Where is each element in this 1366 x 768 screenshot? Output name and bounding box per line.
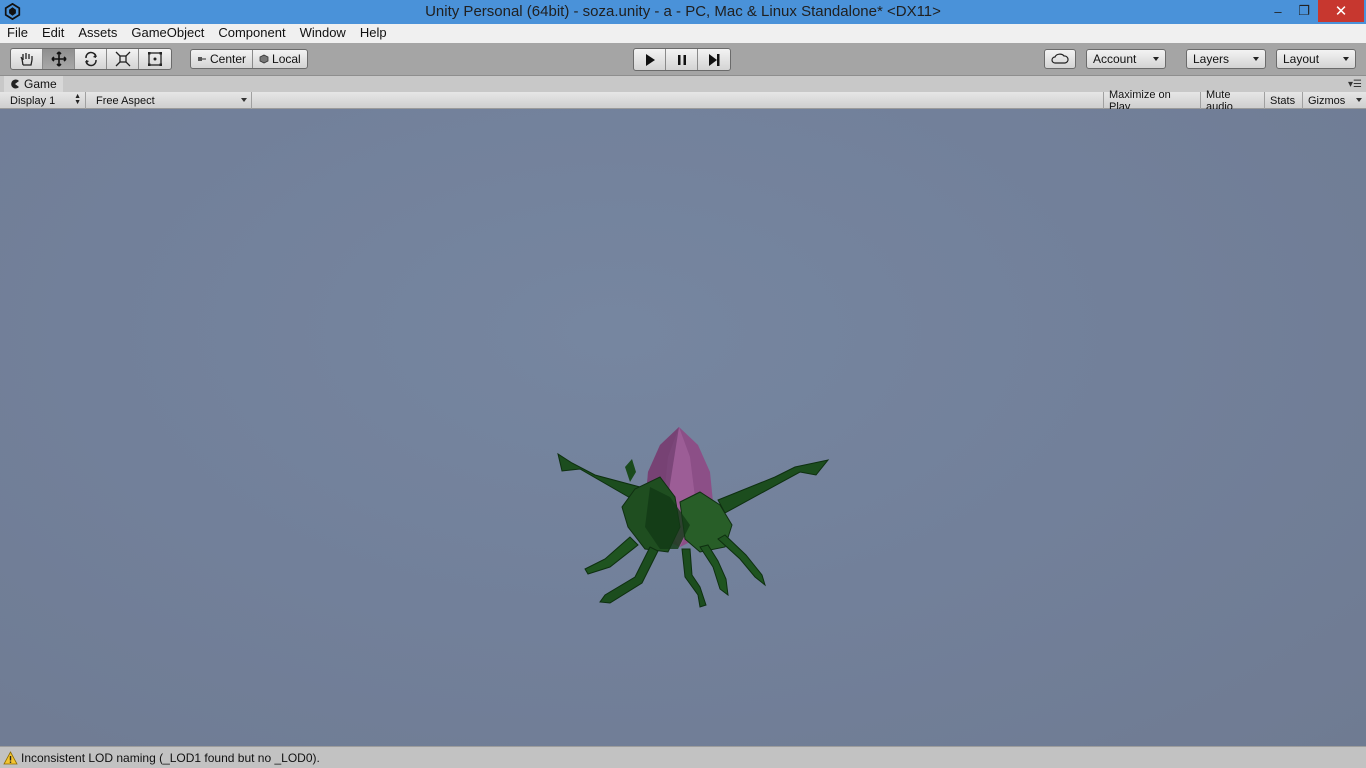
rotate-icon: [84, 51, 97, 67]
status-message: Inconsistent LOD naming (_LOD1 found but…: [21, 750, 320, 765]
close-button[interactable]: ✕: [1318, 0, 1364, 22]
window-titlebar: Unity Personal (64bit) - soza.unity - a …: [0, 0, 1366, 24]
pivot-rotation-label: Local: [272, 52, 301, 66]
menu-help[interactable]: Help: [353, 24, 394, 43]
rotate-tool-button[interactable]: [75, 49, 107, 69]
account-dropdown[interactable]: Account: [1086, 49, 1166, 69]
chevron-down-icon: [1153, 57, 1159, 61]
warning-icon: [3, 750, 18, 764]
status-bar[interactable]: Inconsistent LOD naming (_LOD1 found but…: [0, 746, 1366, 768]
play-button[interactable]: [634, 49, 666, 70]
scale-tool-button[interactable]: [107, 49, 139, 69]
stats-toggle[interactable]: Stats: [1265, 92, 1303, 109]
cloud-icon: [1051, 53, 1069, 64]
tab-game[interactable]: Game: [4, 76, 63, 92]
move-tool-button[interactable]: [43, 49, 75, 69]
menu-file[interactable]: File: [0, 24, 35, 43]
maximize-on-play-toggle[interactable]: Maximize on Play: [1103, 89, 1201, 113]
menu-bar: File Edit Assets GameObject Component Wi…: [0, 24, 1366, 43]
menu-edit[interactable]: Edit: [35, 24, 71, 43]
transform-tools: [10, 48, 172, 70]
flower-bud-creature: [557, 427, 830, 608]
main-toolbar: Center Local Account Layers Layout: [0, 43, 1366, 76]
pause-button[interactable]: [666, 49, 698, 70]
layout-dropdown[interactable]: Layout: [1276, 49, 1356, 69]
menu-assets[interactable]: Assets: [71, 24, 124, 43]
menu-component[interactable]: Component: [211, 24, 292, 43]
pause-icon: [677, 54, 686, 65]
playback-controls: [633, 48, 731, 71]
maximize-button[interactable]: ❐: [1292, 0, 1316, 22]
game-control-bar: Display 1 ▲ ▼ Free Aspect Maximize on Pla…: [0, 89, 1366, 113]
window-title: Unity Personal (64bit) - soza.unity - a …: [425, 3, 941, 20]
menu-window[interactable]: Window: [293, 24, 353, 43]
mute-audio-toggle[interactable]: Mute audio: [1201, 89, 1265, 113]
game-pacman-icon: [11, 79, 19, 89]
aspect-label: Free Aspect: [96, 94, 155, 107]
pivot-mode-label: Center: [210, 52, 247, 66]
scale-icon: [115, 51, 130, 67]
local-cube-icon: [259, 54, 269, 64]
step-button[interactable]: [698, 49, 730, 70]
layout-label: Layout: [1283, 52, 1320, 66]
pivot-controls: Center Local: [190, 49, 308, 69]
stats-label: Stats: [1270, 94, 1296, 107]
menu-gameobject[interactable]: GameObject: [124, 24, 211, 43]
chevron-down-icon: [1343, 57, 1349, 61]
account-label: Account: [1093, 52, 1137, 66]
pivot-mode-button[interactable]: Center: [191, 50, 254, 68]
rect-icon: [148, 52, 162, 66]
rect-tool-button[interactable]: [139, 49, 171, 69]
chevron-down-icon: [1356, 98, 1362, 102]
hand-icon: [19, 53, 33, 66]
display-dropdown[interactable]: Display 1 ▲ ▼: [5, 92, 86, 109]
cloud-button[interactable]: [1044, 49, 1076, 69]
panel-menu-icon[interactable]: ▾☰: [1348, 79, 1362, 90]
layers-dropdown[interactable]: Layers: [1186, 49, 1266, 69]
tab-game-label: Game: [24, 77, 57, 91]
gizmos-label: Gizmos: [1308, 94, 1346, 107]
play-icon: [645, 53, 655, 66]
hand-tool-button[interactable]: [11, 49, 43, 69]
game-viewport[interactable]: [0, 109, 1366, 746]
minimize-button[interactable]: –: [1266, 0, 1290, 22]
gizmos-dropdown[interactable]: Gizmos: [1303, 92, 1366, 109]
display-label: Display 1: [10, 94, 56, 107]
step-icon: [709, 53, 720, 66]
move-icon: [50, 51, 67, 67]
chevron-down-icon: [241, 98, 247, 102]
pivot-rotation-button[interactable]: Local: [253, 50, 307, 68]
chevron-down-icon: [1253, 57, 1259, 61]
pivot-center-icon: [198, 57, 206, 61]
updown-arrow-icon: ▲ ▼: [74, 93, 81, 106]
layers-label: Layers: [1193, 52, 1230, 66]
aspect-dropdown[interactable]: Free Aspect: [91, 92, 252, 109]
